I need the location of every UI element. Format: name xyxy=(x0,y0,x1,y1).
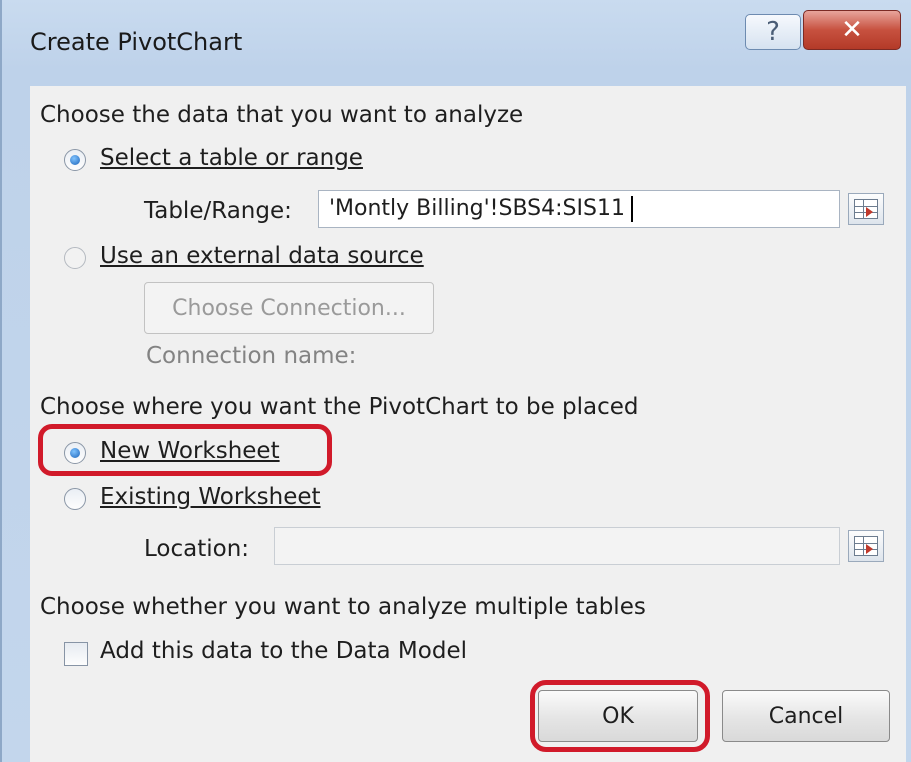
dialog-content: Choose the data that you want to analyze… xyxy=(30,86,906,762)
data-model-label[interactable]: Add this data to the Data Model xyxy=(100,638,467,664)
close-button[interactable]: ✕ xyxy=(803,10,901,50)
existing-worksheet-label[interactable]: Existing Worksheet xyxy=(100,484,321,510)
placement-section-heading: Choose where you want the PivotChart to … xyxy=(40,394,639,420)
location-picker-button[interactable] xyxy=(848,530,884,562)
location-label: Location: xyxy=(144,536,250,562)
location-input[interactable] xyxy=(274,527,840,565)
select-table-radio[interactable] xyxy=(64,149,86,171)
create-pivotchart-dialog: Create PivotChart ? ✕ Choose the data th… xyxy=(0,0,911,762)
external-source-radio[interactable] xyxy=(64,247,86,269)
help-button[interactable]: ? xyxy=(745,14,801,50)
table-range-value: 'Montly Billing'!SBS4:SIS11 xyxy=(329,196,625,221)
cancel-button[interactable]: Cancel xyxy=(722,690,890,742)
ok-button-highlight xyxy=(530,680,710,752)
connection-name-label: Connection name: xyxy=(146,343,357,369)
choose-connection-button[interactable]: Choose Connection... xyxy=(144,282,434,334)
data-model-checkbox[interactable] xyxy=(64,642,88,666)
tables-section-heading: Choose whether you want to analyze multi… xyxy=(40,594,646,620)
table-range-input[interactable]: 'Montly Billing'!SBS4:SIS11 xyxy=(318,190,840,228)
external-source-label[interactable]: Use an external data source xyxy=(100,243,424,269)
data-section-heading: Choose the data that you want to analyze xyxy=(40,102,524,128)
close-x-icon: ✕ xyxy=(841,15,863,45)
title-bar: Create PivotChart ? ✕ xyxy=(2,0,911,86)
select-table-label[interactable]: Select a table or range xyxy=(100,145,363,171)
text-caret xyxy=(631,196,633,222)
range-picker-arrow-icon xyxy=(866,207,873,217)
question-mark-icon: ? xyxy=(766,17,780,47)
table-range-picker-button[interactable] xyxy=(848,193,884,225)
table-range-label: Table/Range: xyxy=(144,198,292,224)
new-worksheet-highlight xyxy=(38,424,332,476)
existing-worksheet-radio[interactable] xyxy=(64,488,86,510)
range-picker-arrow-icon xyxy=(866,544,873,554)
dialog-title: Create PivotChart xyxy=(30,28,243,56)
